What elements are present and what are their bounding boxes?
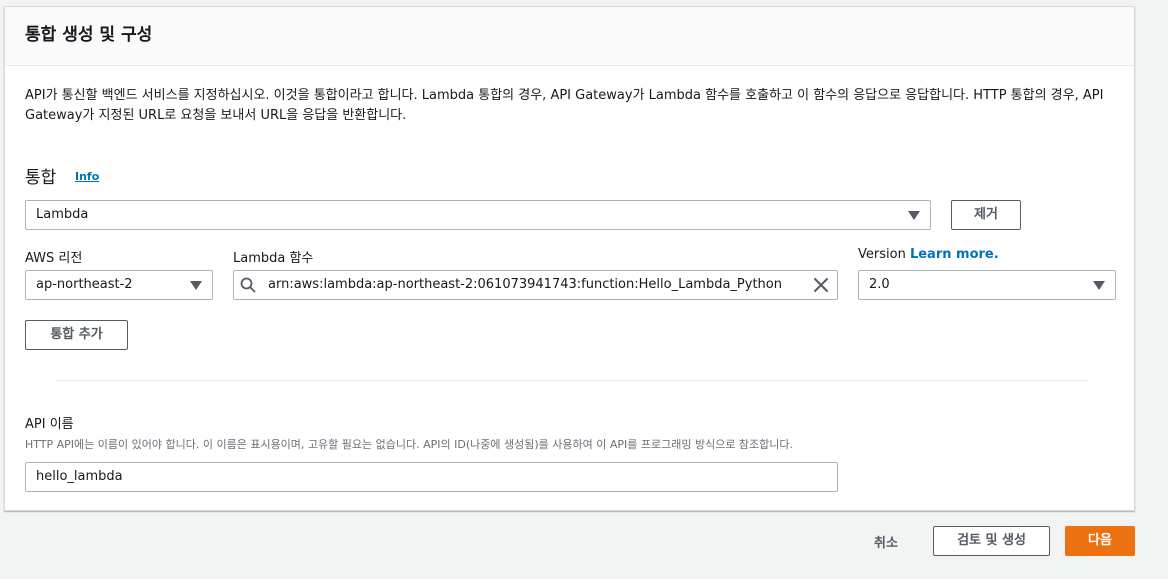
lambda-function-label: Lambda 함수: [233, 251, 314, 266]
close-icon[interactable]: [813, 277, 829, 293]
api-name-label: API 이름: [25, 417, 74, 432]
integration-type-select[interactable]: Lambda: [25, 200, 931, 230]
learn-more-link[interactable]: Learn more.: [910, 247, 999, 262]
search-icon: [240, 277, 256, 293]
version-label-group: Version Learn more.: [858, 247, 999, 262]
remove-integration-button[interactable]: 제거: [951, 200, 1021, 230]
cancel-button[interactable]: 취소: [874, 532, 898, 551]
version-select[interactable]: 2.0: [858, 270, 1116, 300]
lambda-function-search-input[interactable]: arn:aws:lambda:ap-northeast-2:0610739417…: [233, 270, 838, 300]
api-name-input[interactable]: hello_lambda: [25, 462, 838, 492]
version-value: 2.0: [869, 277, 890, 292]
caret-down-icon: [1093, 281, 1105, 290]
integration-type-value: Lambda: [36, 207, 89, 222]
panel-header: 통합 생성 및 구성: [5, 7, 1134, 66]
panel-title: 통합 생성 및 구성: [25, 25, 153, 45]
region-select[interactable]: ap-northeast-2: [25, 270, 213, 300]
caret-down-icon: [908, 211, 920, 220]
divider: [55, 380, 1087, 381]
version-label: Version: [858, 247, 906, 262]
integration-section-label: 통합: [25, 168, 57, 188]
add-integration-button[interactable]: 통합 추가: [25, 320, 128, 350]
panel-description: API가 통신할 백엔드 서비스를 지정하십시오. 이것을 통합이라고 합니다.…: [25, 88, 1104, 123]
integration-panel: 통합 생성 및 구성 API가 통신할 백엔드 서비스를 지정하십시오. 이것을…: [4, 6, 1135, 511]
next-button[interactable]: 다음: [1065, 526, 1135, 556]
review-and-create-button[interactable]: 검토 및 생성: [933, 526, 1050, 556]
api-name-hint: HTTP API에는 이름이 있어야 합니다. 이 이름은 표시용이며, 고유할…: [25, 438, 794, 451]
lambda-function-value: arn:aws:lambda:ap-northeast-2:0610739417…: [268, 277, 782, 292]
info-link[interactable]: Info: [75, 170, 99, 183]
caret-down-icon: [190, 281, 202, 290]
region-label: AWS 리전: [25, 251, 83, 266]
region-value: ap-northeast-2: [36, 277, 133, 292]
